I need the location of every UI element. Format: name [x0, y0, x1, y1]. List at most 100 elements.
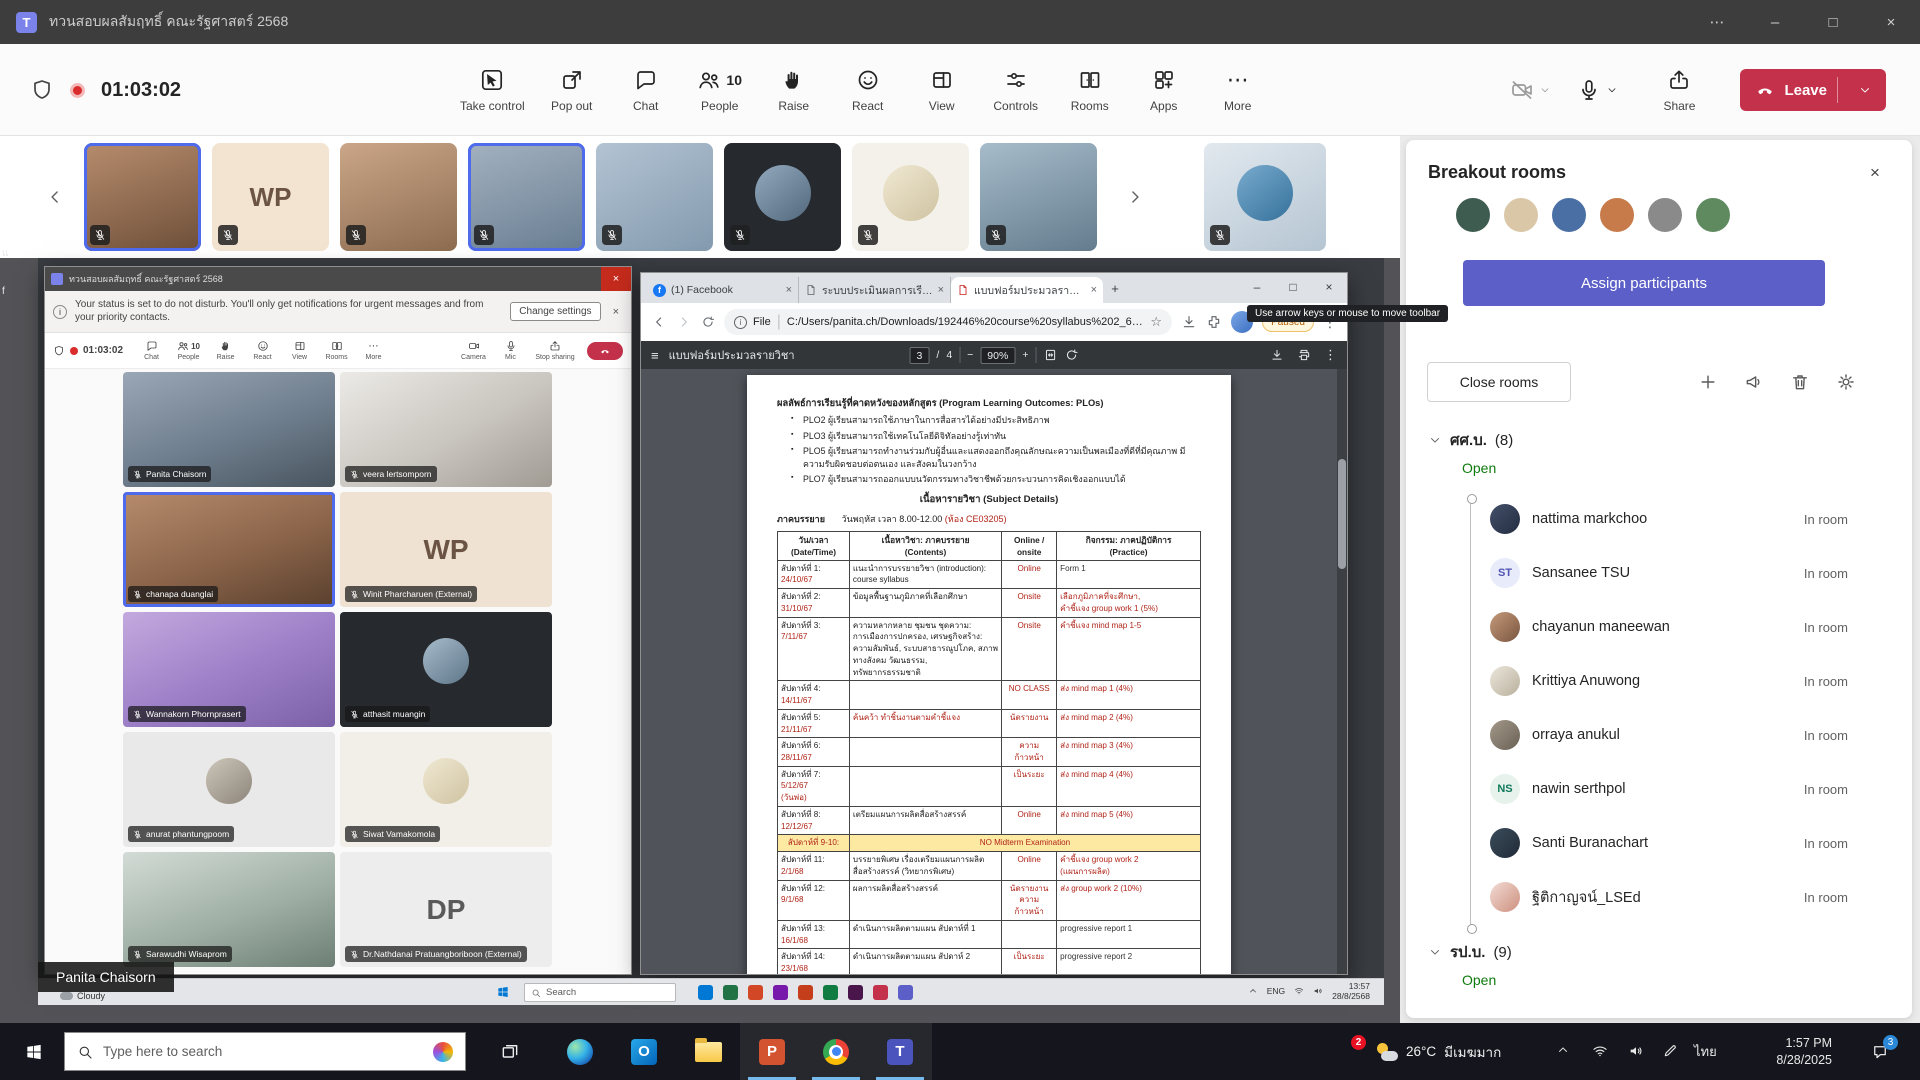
participant-video-thumbnail[interactable] — [84, 143, 201, 251]
participant-tile[interactable]: Sarawudhi Wisaprom — [123, 852, 335, 967]
tab-evaluation-system[interactable]: ระบบประเมินผลการเรียนการสอนออนไลน์ × — [799, 277, 951, 303]
rooms-settings-button[interactable] — [1836, 372, 1856, 392]
leave-button[interactable]: Leave — [1740, 69, 1886, 111]
back-button[interactable] — [651, 314, 667, 330]
nested-search-box[interactable]: Search — [524, 983, 676, 1002]
room-member-avatar[interactable] — [1550, 196, 1588, 234]
speaker-icon[interactable] — [1628, 1043, 1644, 1059]
taskbar-outlook-icon[interactable]: O — [612, 1023, 676, 1080]
pdf-menu-icon[interactable]: ≡ — [651, 348, 659, 363]
pen-icon[interactable] — [1662, 1043, 1678, 1059]
search-highlights-icon[interactable] — [433, 1042, 453, 1062]
room-member-avatar[interactable] — [1646, 196, 1684, 234]
nested-react-button[interactable]: React — [244, 340, 281, 361]
participant-tile[interactable]: anurat phantungpoom — [123, 732, 335, 847]
nested-language-indicator[interactable]: ENG — [1267, 986, 1285, 996]
nested-chat-button[interactable]: Chat — [133, 340, 170, 361]
page-info-icon[interactable]: i — [734, 316, 747, 329]
banner-close-icon[interactable]: × — [609, 306, 623, 318]
people-button[interactable]: 10People — [685, 52, 755, 128]
nested-clock[interactable]: 13:5728/8/2568 — [1332, 981, 1370, 1001]
delete-rooms-button[interactable] — [1790, 372, 1810, 392]
tray-chevron-up-icon[interactable] — [1556, 1043, 1570, 1057]
nested-rooms-button[interactable]: Rooms — [318, 340, 355, 361]
forward-button[interactable] — [676, 314, 692, 330]
nested-start-button[interactable] — [496, 985, 510, 999]
participant-tile[interactable]: atthasit muangin — [340, 612, 552, 727]
reload-button[interactable] — [701, 315, 715, 329]
nested-more-button[interactable]: ⋯More — [355, 341, 392, 361]
chat-button[interactable]: Chat — [611, 52, 681, 128]
raise-hand-button[interactable]: Raise — [759, 52, 829, 128]
window-close-button[interactable]: × — [1862, 0, 1920, 44]
breakout-participant-row[interactable]: Santi Buranachart In room — [1406, 816, 1912, 870]
nested-taskbar-app-icon[interactable] — [848, 985, 863, 1000]
participant-tile[interactable]: chanapa duanglai — [123, 492, 335, 607]
chrome-maximize-button[interactable]: □ — [1275, 273, 1311, 301]
controls-button[interactable]: Controls — [981, 52, 1051, 128]
taskbar-teams-icon[interactable]: T — [868, 1023, 932, 1080]
nested-leave-button[interactable] — [587, 342, 623, 360]
new-tab-button[interactable]: + — [1103, 281, 1127, 296]
rotate-button[interactable] — [1064, 348, 1078, 362]
downloads-icon[interactable] — [1181, 314, 1197, 330]
apps-button[interactable]: Apps — [1129, 52, 1199, 128]
breakout-participant-row[interactable]: Krittiya Anuwong In room — [1406, 654, 1912, 708]
participant-tile[interactable]: veera lertsomporn — [340, 372, 552, 487]
tab-syllabus-pdf[interactable]: แบบฟอร์มประมวลรายวิชา × — [951, 277, 1103, 303]
nested-taskbar-app-icon[interactable] — [773, 985, 788, 1000]
breakout-participant-row[interactable]: orraya anukul In room — [1406, 708, 1912, 762]
pdf-page-input[interactable]: 3 — [910, 347, 930, 364]
nested-mic-button[interactable]: Mic — [492, 340, 529, 361]
nested-tray-chevron-icon[interactable] — [1248, 986, 1258, 996]
pdf-download-button[interactable] — [1270, 348, 1284, 362]
language-indicator[interactable]: ไทย — [1694, 1023, 1717, 1080]
participant-video-thumbnail[interactable] — [468, 143, 585, 251]
tray-notification-icon[interactable]: 2 — [1338, 1037, 1362, 1061]
camera-button[interactable] — [1510, 78, 1551, 102]
more-button[interactable]: ⋯More — [1203, 52, 1273, 128]
tab-close-icon[interactable]: × — [938, 284, 944, 296]
window-more-button[interactable]: ⋯ — [1688, 0, 1746, 44]
pdf-print-button[interactable] — [1297, 348, 1311, 362]
chrome-minimize-button[interactable]: – — [1239, 273, 1275, 301]
taskbar-file-explorer-icon[interactable] — [676, 1023, 740, 1080]
panel-close-button[interactable]: × — [1860, 158, 1890, 188]
assign-participants-button[interactable]: Assign participants — [1463, 260, 1825, 306]
participant-video-thumbnail[interactable] — [724, 143, 841, 251]
nested-people-button[interactable]: 10People — [170, 340, 207, 361]
strip-scroll-left-button[interactable] — [38, 180, 72, 214]
participant-video-thumbnail[interactable] — [852, 143, 969, 251]
breakout-participant-row[interactable]: ST Sansanee TSU In room — [1406, 546, 1912, 600]
zoom-level[interactable]: 90% — [980, 347, 1015, 364]
taskbar-weather-widget[interactable]: 26°C มีเมฆมาก — [1376, 1023, 1501, 1080]
mic-button[interactable] — [1577, 78, 1618, 102]
room-member-avatar[interactable] — [1454, 196, 1492, 234]
tab-close-icon[interactable]: × — [1091, 284, 1097, 296]
strip-scroll-right-button[interactable] — [1118, 180, 1152, 214]
breakout-participant-row[interactable]: chayanun maneewan In room — [1406, 600, 1912, 654]
pop-out-button[interactable]: Pop out — [537, 52, 607, 128]
close-rooms-button[interactable]: Close rooms — [1427, 362, 1571, 402]
participant-tile[interactable]: Wannakorn Phornprasert — [123, 612, 335, 727]
nested-view-button[interactable]: View — [281, 340, 318, 361]
leave-chevron-button[interactable] — [1848, 83, 1882, 97]
tab-close-icon[interactable]: × — [786, 284, 792, 296]
change-settings-button[interactable]: Change settings — [510, 302, 600, 321]
nested-taskbar-app-icon[interactable] — [698, 985, 713, 1000]
nested-taskbar-app-icon[interactable] — [898, 985, 913, 1000]
nested-network-icon[interactable] — [1294, 986, 1304, 996]
action-center-button[interactable]: 3 — [1856, 1023, 1904, 1080]
fit-page-button[interactable] — [1043, 348, 1057, 362]
room-member-avatar[interactable] — [1694, 196, 1732, 234]
nested-close-button[interactable]: × — [601, 267, 631, 291]
camera-chevron-icon[interactable] — [1539, 84, 1551, 96]
pdf-viewport[interactable]: ผลลัพธ์การเรียนรู้ที่คาดหวังของหลักสูตร … — [641, 369, 1337, 974]
taskbar-powerpoint-icon[interactable]: P — [740, 1023, 804, 1080]
participant-video-thumbnail[interactable] — [596, 143, 713, 251]
participant-tile[interactable]: DP Dr.Nathdanai Pratuangboriboon (Extern… — [340, 852, 552, 967]
participant-tile[interactable]: WP Winit Pharcharuen (External) — [340, 492, 552, 607]
participant-tile[interactable]: Panita Chaisorn — [123, 372, 335, 487]
taskbar-edge-icon[interactable] — [548, 1023, 612, 1080]
stop-sharing-button[interactable]: Stop sharing — [529, 340, 581, 361]
